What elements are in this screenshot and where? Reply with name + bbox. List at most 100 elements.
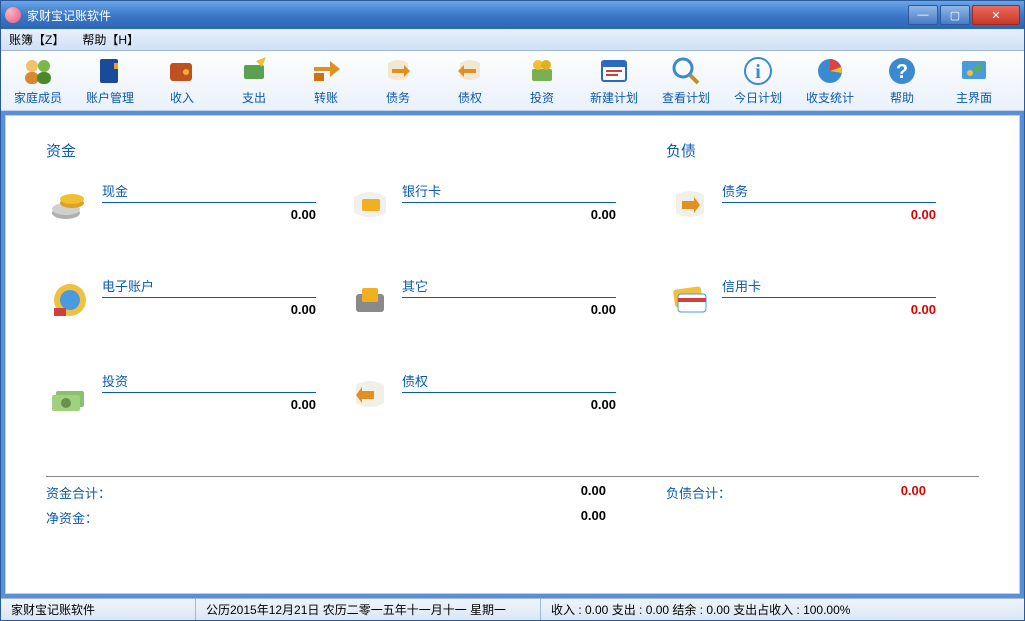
toolbar-label: 家庭成员: [14, 89, 62, 106]
toolbar-debt-button[interactable]: 债务: [373, 55, 423, 106]
menu-ledger[interactable]: 账簿【Z】: [9, 31, 64, 48]
close-button[interactable]: ✕: [972, 5, 1020, 25]
item-value: 0.00: [722, 207, 936, 222]
toolbar-transfer-button[interactable]: 转账: [301, 55, 351, 106]
status-date: 公历2015年12月21日 农历二零一五年十一月十一 星期一: [196, 599, 541, 620]
eaccount-icon: [46, 276, 94, 324]
svg-text:i: i: [755, 61, 761, 83]
toolbar-credit-button[interactable]: 债权: [445, 55, 495, 106]
toolbar-stats-button[interactable]: 收支统计: [805, 55, 855, 106]
home-screen-icon: [958, 55, 990, 87]
asset-item-bankcard: 银行卡 0.00: [346, 177, 646, 272]
item-value: 0.00: [102, 397, 316, 412]
bankcard-icon: [346, 181, 394, 229]
toolbar-invest-button[interactable]: 投资: [517, 55, 567, 106]
maximize-button[interactable]: ▢: [940, 5, 970, 25]
toolbar-expense-button[interactable]: 支出: [229, 55, 279, 106]
toolbar-label: 转账: [314, 89, 338, 106]
item-value: 0.00: [722, 302, 936, 317]
item-value: 0.00: [402, 207, 616, 222]
menubar: 账簿【Z】 帮助【H】: [1, 29, 1024, 51]
toolbar-label: 今日计划: [734, 89, 782, 106]
assets-title: 资金: [46, 140, 666, 161]
family-icon: [22, 55, 54, 87]
item-label[interactable]: 银行卡: [402, 181, 616, 203]
toolbar-accounts-button[interactable]: 账户管理: [85, 55, 135, 106]
new-plan-icon: [598, 55, 630, 87]
asset-item-other: 其它 0.00: [346, 272, 646, 367]
asset-item-invest: 投资 0.00: [46, 367, 346, 462]
main-content: 资金 现金 0.00: [5, 115, 1020, 594]
status-summary: 收入 : 0.00 支出 : 0.00 结余 : 0.00 支出占收入 : 10…: [541, 599, 1024, 620]
help-icon: ?: [886, 55, 918, 87]
totals-area: 资金合计： 0.00 负债合计： 0.00 净资金： 0.00: [46, 476, 979, 533]
toolbar-main-button[interactable]: 主界面: [949, 55, 999, 106]
debts-total-value: 0.00: [756, 483, 926, 502]
svg-text:?: ?: [896, 61, 908, 83]
toolbar-viewplan-button[interactable]: 查看计划: [661, 55, 711, 106]
debts-title: 负债: [666, 140, 979, 161]
creditcard-icon: [666, 276, 714, 324]
credit-icon: [454, 55, 486, 87]
app-window: 家财宝记账软件 — ▢ ✕ 账簿【Z】 帮助【H】 家庭成员 账户管理 收入: [0, 0, 1025, 621]
toolbar-label: 支出: [242, 89, 266, 106]
toolbar-family-button[interactable]: 家庭成员: [13, 55, 63, 106]
asset-item-cash: 现金 0.00: [46, 177, 346, 272]
item-label[interactable]: 现金: [102, 181, 316, 203]
toolbar-newplan-button[interactable]: 新建计划: [589, 55, 639, 106]
debt-item-icon: [666, 181, 714, 229]
debt-item-creditcard: 信用卡 0.00: [666, 272, 966, 367]
toolbar: 家庭成员 账户管理 收入 支出 转账: [1, 51, 1024, 111]
book-icon: [94, 55, 126, 87]
statusbar: 家财宝记账软件 公历2015年12月21日 农历二零一五年十一月十一 星期一 收…: [1, 598, 1024, 620]
toolbar-label: 债权: [458, 89, 482, 106]
toolbar-label: 投资: [530, 89, 554, 106]
item-label[interactable]: 信用卡: [722, 276, 936, 298]
toolbar-help-button[interactable]: ? 帮助: [877, 55, 927, 106]
minimize-button[interactable]: —: [908, 5, 938, 25]
item-value: 0.00: [402, 302, 616, 317]
app-icon: [5, 7, 21, 23]
toolbar-label: 收支统计: [806, 89, 854, 106]
debts-section: 负债 债务 0.00: [666, 140, 979, 462]
invest-icon: [526, 55, 558, 87]
toolbar-label: 债务: [386, 89, 410, 106]
item-value: 0.00: [102, 302, 316, 317]
money-out-icon: [238, 55, 270, 87]
net-value: 0.00: [136, 508, 606, 527]
item-value: 0.00: [102, 207, 316, 222]
debts-total-label: 负债合计：: [666, 483, 756, 502]
window-buttons: — ▢ ✕: [906, 5, 1020, 25]
menu-help[interactable]: 帮助【H】: [82, 31, 139, 48]
other-icon: [346, 276, 394, 324]
wallet-in-icon: [166, 55, 198, 87]
item-label[interactable]: 投资: [102, 371, 316, 393]
item-label[interactable]: 其它: [402, 276, 616, 298]
cash-icon: [46, 181, 94, 229]
credit-right-icon: [346, 371, 394, 419]
invest-item-icon: [46, 371, 94, 419]
toolbar-label: 主界面: [956, 89, 992, 106]
item-value: 0.00: [402, 397, 616, 412]
item-label[interactable]: 债务: [722, 181, 936, 203]
debt-item-debt: 债务 0.00: [666, 177, 966, 272]
asset-item-eaccount: 电子账户 0.00: [46, 272, 346, 367]
item-label[interactable]: 债权: [402, 371, 616, 393]
toolbar-today-button[interactable]: i 今日计划: [733, 55, 783, 106]
assets-section: 资金 现金 0.00: [46, 140, 666, 462]
net-label: 净资金：: [46, 508, 136, 527]
search-icon: [670, 55, 702, 87]
pie-chart-icon: [814, 55, 846, 87]
toolbar-income-button[interactable]: 收入: [157, 55, 207, 106]
assets-total-value: 0.00: [136, 483, 606, 502]
toolbar-label: 查看计划: [662, 89, 710, 106]
toolbar-label: 帮助: [890, 89, 914, 106]
item-label[interactable]: 电子账户: [102, 276, 316, 298]
toolbar-label: 收入: [170, 89, 194, 106]
asset-item-creditr: 债权 0.00: [346, 367, 646, 462]
titlebar[interactable]: 家财宝记账软件 — ▢ ✕: [1, 1, 1024, 29]
toolbar-label: 新建计划: [590, 89, 638, 106]
transfer-icon: [310, 55, 342, 87]
assets-total-label: 资金合计：: [46, 483, 136, 502]
debt-icon: [382, 55, 414, 87]
